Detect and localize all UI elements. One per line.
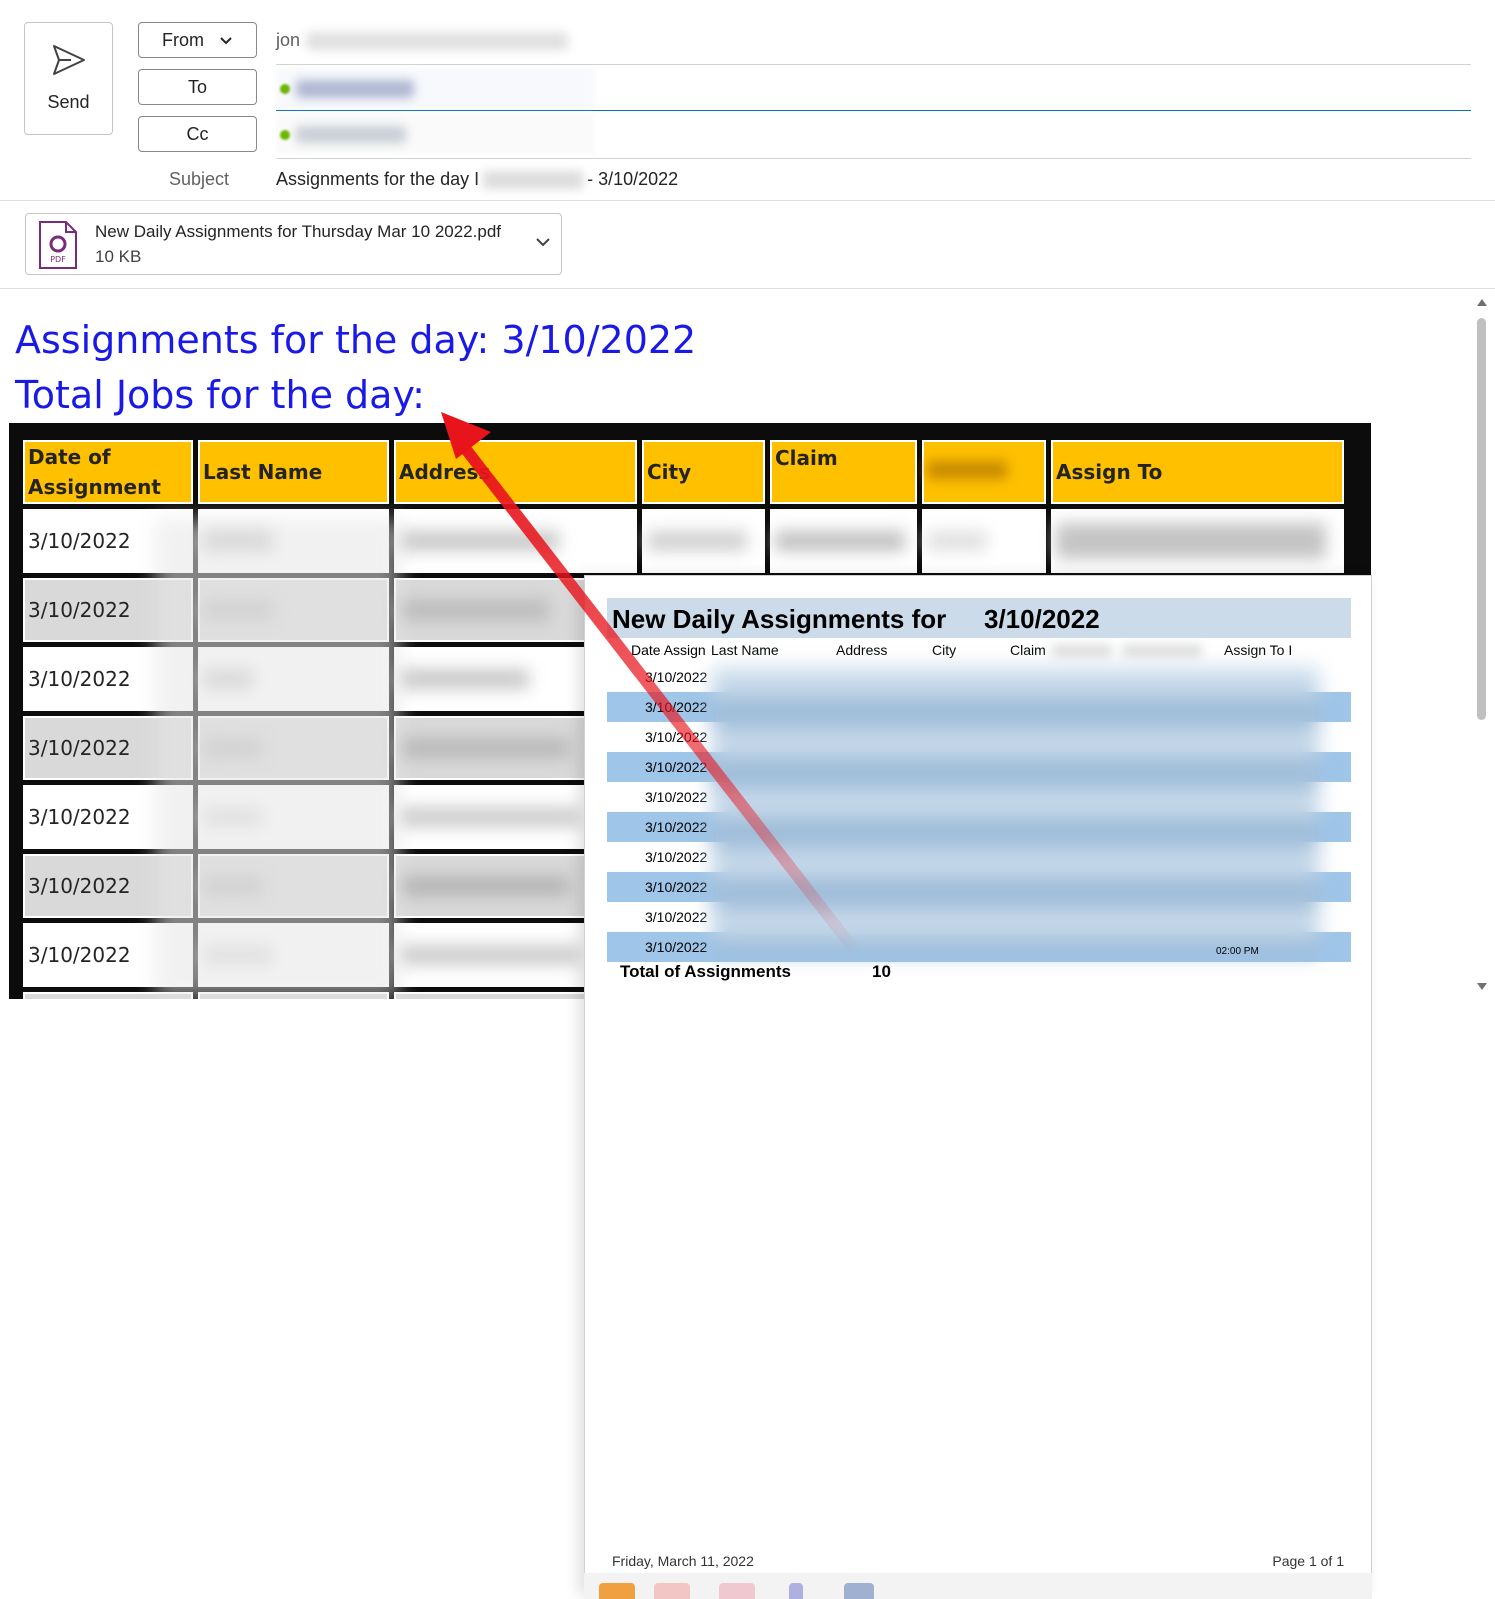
redacted-from-address (306, 32, 568, 50)
from-divider (276, 64, 1471, 65)
scroll-down-arrow-icon[interactable] (1475, 981, 1489, 993)
svg-text:PDF: PDF (50, 255, 66, 264)
pdf-footer-page: Page 1 of 1 (1272, 1553, 1344, 1569)
header-assign-to: Assign To (1050, 439, 1345, 505)
from-field[interactable]: jon (276, 30, 300, 51)
presence-available-icon (280, 84, 290, 94)
to-divider (276, 110, 1471, 111)
pdf-col-redacted (1122, 644, 1202, 658)
subject-label: Subject (169, 169, 230, 189)
attachment-file-name: New Daily Assignments for Thursday Mar 1… (95, 222, 501, 241)
taskbar-app-icon[interactable] (844, 1583, 874, 1599)
header-separator (0, 200, 1495, 201)
send-button[interactable]: Send (24, 22, 113, 135)
pdf-file-icon: PDF (39, 221, 77, 269)
header-adjuster (921, 439, 1047, 505)
pdf-col-date-assign: Date Assign (631, 642, 706, 658)
presence-available-icon (280, 130, 290, 140)
chevron-down-icon (220, 37, 232, 45)
cc-divider (276, 158, 1471, 159)
header-city: City (641, 439, 766, 505)
pdf-col-redacted (1052, 644, 1112, 658)
header-last-name: Last Name (197, 439, 390, 505)
pdf-col-assign-to: Assign To I (1224, 642, 1293, 658)
pdf-total-value: 10 (872, 962, 891, 981)
to-label: To (187, 77, 207, 97)
taskbar-app-icon[interactable] (599, 1583, 635, 1599)
subject-text-end: - 3/10/2022 (587, 169, 679, 189)
row-address (393, 508, 638, 574)
from-label: From (161, 30, 204, 50)
body-subtitle: Total Jobs for the day: (15, 373, 425, 417)
table-header-row: Date of Assignment Last Name Address Cit… (22, 439, 1345, 505)
taskbar (584, 1573, 1372, 1599)
redaction-overlay (155, 518, 400, 998)
redacted-cc-recipient (296, 126, 406, 143)
attachment-card[interactable]: PDF New Daily Assignments for Thursday M… (25, 213, 562, 275)
scroll-up-arrow-icon[interactable] (1475, 296, 1489, 308)
header-date-of-assignment: Date of Assignment (22, 439, 194, 505)
pdf-time-text: 02:00 PM (1216, 946, 1259, 957)
chevron-down-icon[interactable] (535, 236, 551, 248)
row-adjuster (921, 508, 1047, 574)
attachment-file-size: 10 KB (95, 247, 142, 266)
pdf-title: New Daily Assignments for (612, 604, 947, 634)
taskbar-app-icon[interactable] (654, 1583, 690, 1599)
redacted-to-recipient (296, 80, 414, 98)
taskbar-app-icon[interactable] (789, 1583, 803, 1599)
pdf-footer-date: Friday, March 11, 2022 (612, 1553, 754, 1569)
send-label: Send (47, 92, 90, 112)
redacted-subject-part (483, 171, 584, 190)
scrollbar-thumb[interactable] (1477, 318, 1486, 720)
taskbar-app-icon[interactable] (719, 1583, 755, 1599)
pdf-col-address: Address (836, 642, 888, 658)
subject-field[interactable]: Assignments for the day I - 3/10/2022 (276, 169, 678, 190)
row-city (641, 508, 766, 574)
header-claim: Claim (769, 439, 918, 505)
row-claim (769, 508, 918, 574)
pdf-col-city: City (932, 642, 957, 658)
pdf-total-label: Total of Assignments (620, 962, 791, 981)
header-address: Address (393, 439, 638, 505)
row-assign-to (1050, 508, 1345, 574)
redaction-overlay (712, 668, 1319, 954)
to-button[interactable]: To (138, 69, 257, 105)
body-title: Assignments for the day: 3/10/2022 (15, 318, 697, 362)
pdf-col-last-name: Last Name (711, 642, 779, 658)
send-icon (52, 45, 85, 75)
pdf-col-claim: Claim (1010, 642, 1046, 658)
from-button[interactable]: From (138, 22, 257, 58)
cc-label: Cc (186, 124, 209, 144)
cc-button[interactable]: Cc (138, 116, 257, 152)
pdf-title-date: 3/10/2022 (984, 604, 1100, 634)
pdf-preview-page: New Daily Assignments for 3/10/2022 Date… (584, 575, 1372, 1595)
attachment-separator (0, 288, 1495, 289)
subject-text-start: Assignments for the day I (276, 169, 480, 189)
